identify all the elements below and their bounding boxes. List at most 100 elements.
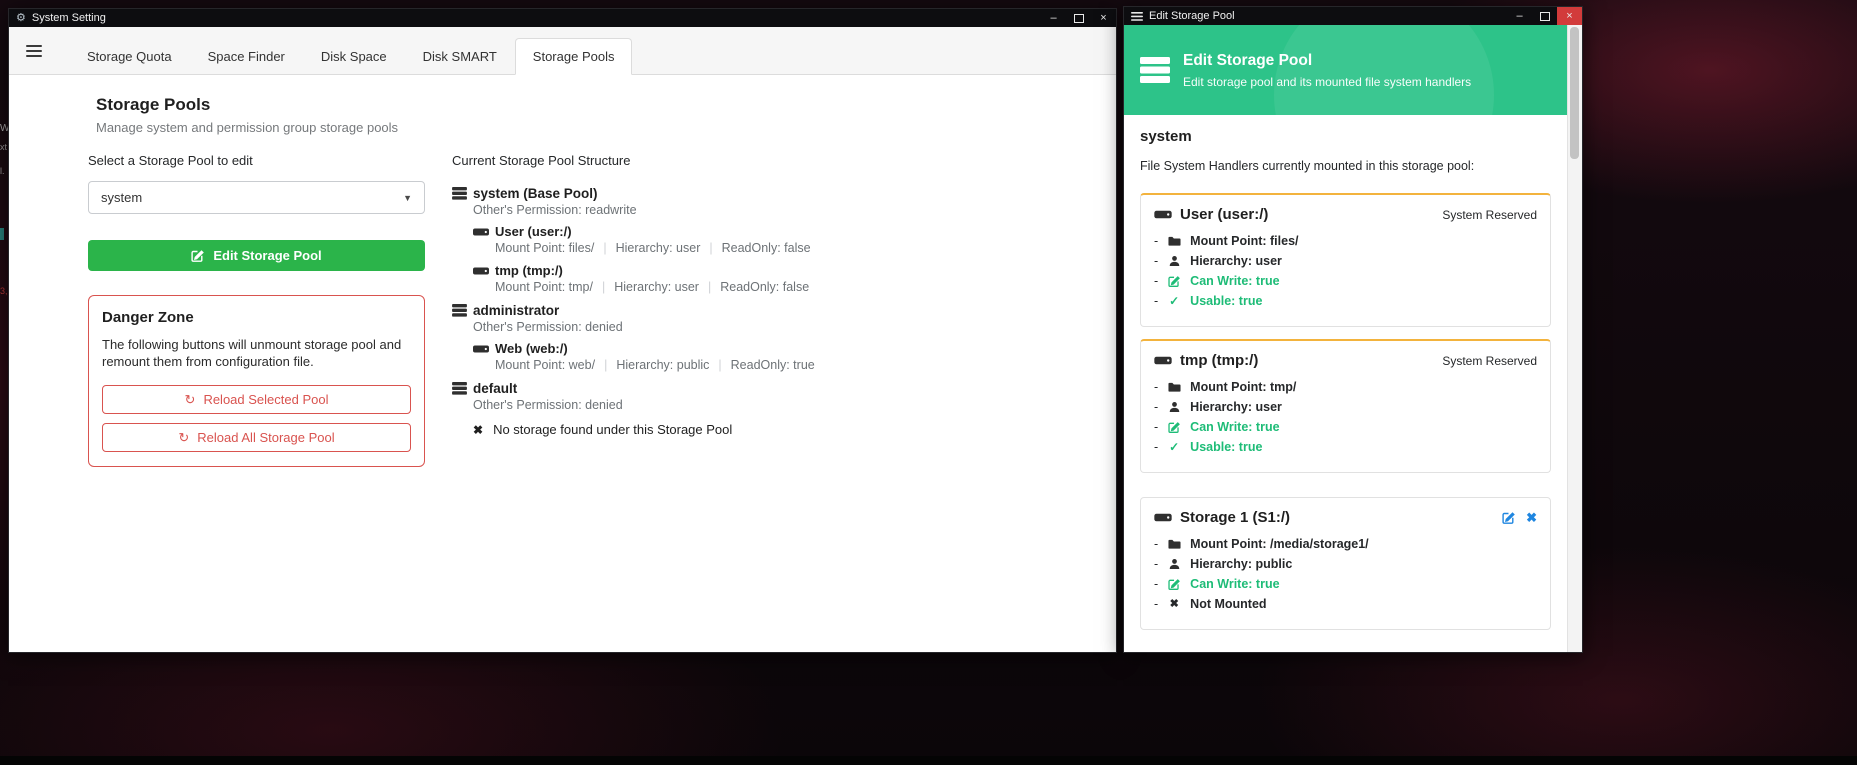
hdd-icon [473,265,489,277]
taskbar[interactable] [0,756,1857,765]
system-reserved-badge: System Reserved [1442,354,1537,368]
danger-zone-description: The following buttons will unmount stora… [102,336,411,370]
row-text: Hierarchy: public [1190,557,1292,571]
row-text: Mount Point: /media/storage1/ [1190,537,1369,551]
hdd-icon [1154,511,1172,524]
edited-pool-name: system [1140,128,1551,145]
window-controls: – × [1041,9,1116,27]
danger-zone-card: Danger Zone The following buttons will u… [88,295,425,467]
maximize-button[interactable] [1532,7,1557,25]
storage-pool-structure: Current Storage Pool Structure system (B… [452,153,815,446]
pool-editor-column: Select a Storage Pool to edit system ▼ E… [88,153,425,467]
banner-subtitle: Edit storage pool and its mounted file s… [1183,75,1471,89]
separator [603,241,606,255]
reload-all-storage-pool-button[interactable]: ↻ Reload All Storage Pool [102,423,411,452]
pool-item-system: system (Base Pool) Other's Permission: r… [452,186,815,294]
folder-icon [1166,539,1182,550]
desktop-icon-label-fragment: l. [0,166,5,176]
maximize-icon [1074,14,1084,23]
scrollbar-thumb[interactable] [1570,27,1579,159]
storage-name: User (user:/) [495,224,572,239]
structure-label: Current Storage Pool Structure [452,153,815,168]
gear-icon: ⚙ [16,13,26,24]
chevron-down-icon: ▼ [403,193,412,203]
system-setting-window: ⚙ System Setting – × Storage Quota Space… [8,8,1117,653]
edit-window-titlebar[interactable]: Edit Storage Pool – × [1124,7,1582,25]
mount-point-row: Mount Point: tmp/ [1154,380,1537,394]
tabs: Storage Quota Space Finder Disk Space Di… [69,38,632,74]
separator [604,358,607,372]
handler-name: User (user:/) [1180,206,1268,223]
row-text: Usable: true [1190,440,1262,454]
scrollbar-track[interactable] [1567,25,1582,652]
readonly-flag: ReadOnly: true [731,358,815,372]
window-title: System Setting [32,12,106,24]
readonly-flag: ReadOnly: false [720,280,809,294]
row-text: Hierarchy: user [1190,400,1282,414]
storage-name: Web (web:/) [495,341,568,356]
pool-permission: Other's Permission: denied [473,320,815,334]
tab-storage-pools[interactable]: Storage Pools [515,38,633,75]
handler-actions: ✖ [1502,511,1537,525]
storage-pool-select[interactable]: system ▼ [88,181,425,214]
pool-permission: Other's Permission: denied [473,398,815,412]
pencil-square-icon [1166,421,1182,434]
pool-tree: system (Base Pool) Other's Permission: r… [452,186,815,437]
page-header: Storage Pools Manage system and permissi… [96,95,398,135]
pool-permission: Other's Permission: readwrite [473,203,815,217]
pencil-square-icon [191,249,205,263]
maximize-button[interactable] [1066,9,1091,27]
storage-name: tmp (tmp:/) [495,263,563,278]
system-setting-titlebar[interactable]: ⚙ System Setting – × [9,9,1116,27]
row-text: Not Mounted [1190,597,1266,611]
window-title: Edit Storage Pool [1149,10,1235,22]
menu-icon[interactable] [26,45,42,57]
close-button[interactable]: × [1091,9,1116,27]
separator [602,280,605,294]
folder-icon [1166,236,1182,247]
system-reserved-badge: System Reserved [1442,208,1537,222]
check-icon: ✓ [1166,441,1182,453]
menu-icon [1131,12,1143,21]
select-pool-label: Select a Storage Pool to edit [88,153,425,168]
refresh-icon: ↻ [178,431,189,444]
reload-all-storage-pool-label: Reload All Storage Pool [197,430,334,445]
handler-name: Storage 1 (S1:/) [1180,509,1290,526]
maximize-icon [1540,12,1550,21]
separator [709,241,712,255]
handler-card-storage1: Storage 1 (S1:/) ✖ [1140,497,1551,630]
page-title: Storage Pools [96,95,398,115]
tab-bar: Storage Quota Space Finder Disk Space Di… [9,27,1116,75]
tab-disk-space[interactable]: Disk Space [303,38,405,74]
row-text: Can Write: true [1190,420,1279,434]
storage-item-tmp: tmp (tmp:/) Mount Point: tmp/ Hierarchy:… [473,263,815,294]
reload-selected-pool-button[interactable]: ↻ Reload Selected Pool [102,385,411,414]
tab-storage-quota[interactable]: Storage Quota [69,38,190,74]
desktop-icon-sliver [0,228,4,240]
minimize-button[interactable]: – [1507,7,1532,25]
storage-item-web: Web (web:/) Mount Point: web/ Hierarchy:… [473,341,815,372]
pool-stack-icon [452,187,467,200]
edit-storage-pool-button[interactable]: Edit Storage Pool [88,240,425,271]
hierarchy-row: Hierarchy: public [1154,557,1537,571]
can-write-row: Can Write: true [1154,420,1537,434]
storage-stack-icon [1140,57,1170,83]
hierarchy: Hierarchy: user [616,241,701,255]
pencil-square-icon [1166,578,1182,591]
close-button[interactable]: × [1557,7,1582,25]
hierarchy-row: Hierarchy: user [1154,400,1537,414]
mount-point: Mount Point: tmp/ [495,280,593,294]
pool-item-default: default Other's Permission: denied ✖ No … [452,381,815,437]
pool-name: administrator [473,303,559,318]
pencil-square-icon [1166,275,1182,288]
edit-handler-button[interactable] [1502,511,1516,525]
tab-disk-smart[interactable]: Disk SMART [405,38,515,74]
can-write-row: Can Write: true [1154,577,1537,591]
handler-name: tmp (tmp:/) [1180,352,1258,369]
row-text: Mount Point: files/ [1190,234,1298,248]
minimize-button[interactable]: – [1041,9,1066,27]
window-controls: – × [1507,7,1582,25]
check-icon: ✓ [1166,295,1182,307]
tab-space-finder[interactable]: Space Finder [190,38,303,74]
remove-handler-button[interactable]: ✖ [1526,511,1537,524]
